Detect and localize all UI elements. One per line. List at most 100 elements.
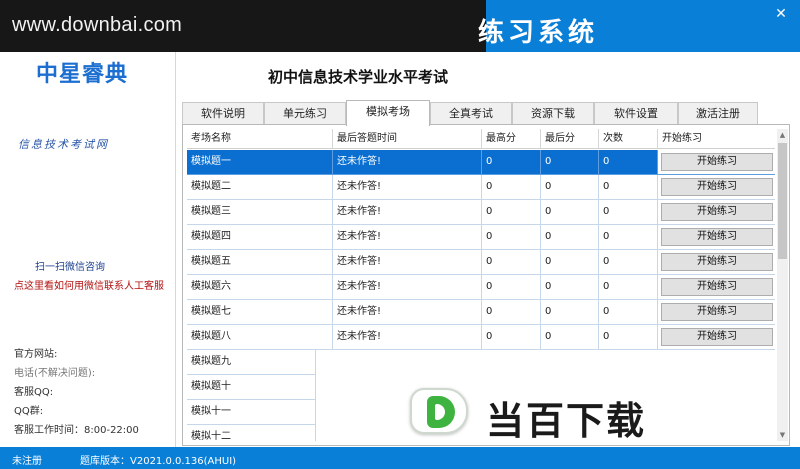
registration-status: 未注册 bbox=[12, 456, 42, 467]
tab-unit-practice[interactable]: 单元练习 bbox=[264, 102, 346, 125]
table-row[interactable]: 模拟题二 还未作答! 0 0 0 开始练习 bbox=[187, 175, 775, 200]
tab-resource-download[interactable]: 资源下载 bbox=[512, 102, 594, 125]
exam-name-cell: 模拟题六 bbox=[187, 275, 333, 300]
last-score-cell: 0 bbox=[541, 150, 599, 175]
phone-label: 电话(不解决问题): bbox=[14, 368, 96, 379]
table-row[interactable]: 模拟题九 bbox=[187, 350, 775, 375]
exam-name-cell: 模拟十二 bbox=[187, 425, 316, 441]
scroll-thumb[interactable] bbox=[778, 143, 787, 259]
start-practice-cell: 开始练习 bbox=[658, 225, 775, 250]
brand-watermark: 当百下载 bbox=[400, 380, 720, 446]
header-attempts: 次数 bbox=[599, 129, 658, 149]
best-score-cell: 0 bbox=[482, 325, 541, 350]
header-start-practice: 开始练习 bbox=[662, 133, 702, 144]
best-score-cell: 0 bbox=[482, 275, 541, 300]
header-best-score: 最高分 bbox=[482, 129, 541, 149]
exam-name-cell: 模拟题二 bbox=[187, 175, 333, 200]
table-row[interactable]: 模拟题七 还未作答! 0 0 0 开始练习 bbox=[187, 300, 775, 325]
tab-activation[interactable]: 激活注册 bbox=[678, 102, 758, 125]
close-icon[interactable]: ✕ bbox=[770, 6, 792, 22]
last-answer-time-cell: 还未作答! bbox=[333, 150, 482, 175]
tab-settings[interactable]: 软件设置 bbox=[594, 102, 678, 125]
attempts-cell: 0 bbox=[599, 150, 658, 175]
exam-name-cell: 模拟题八 bbox=[187, 325, 333, 350]
start-practice-cell: 开始练习 bbox=[658, 175, 775, 200]
start-practice-button[interactable]: 开始练习 bbox=[661, 253, 773, 271]
last-score-cell: 0 bbox=[541, 325, 599, 350]
table-row[interactable]: 模拟题六 还未作答! 0 0 0 开始练习 bbox=[187, 275, 775, 300]
last-score-cell: 0 bbox=[541, 225, 599, 250]
table-row[interactable]: 模拟题八 还未作答! 0 0 0 开始练习 bbox=[187, 325, 775, 350]
table-row[interactable]: 模拟题三 还未作答! 0 0 0 开始练习 bbox=[187, 200, 775, 225]
scroll-up-icon[interactable]: ▲ bbox=[778, 130, 787, 140]
start-practice-button[interactable]: 开始练习 bbox=[661, 328, 773, 346]
attempts-cell: 0 bbox=[599, 300, 658, 325]
wechat-scan-link[interactable]: 扫一扫微信咨询 bbox=[35, 258, 105, 273]
best-score-cell: 0 bbox=[482, 250, 541, 275]
start-practice-cell: 开始练习 bbox=[658, 200, 775, 225]
brand-logo-icon bbox=[410, 388, 468, 434]
last-answer-time-cell: 还未作答! bbox=[333, 225, 482, 250]
start-practice-button[interactable]: 开始练习 bbox=[661, 178, 773, 196]
exam-name-cell: 模拟题一 bbox=[187, 150, 333, 175]
table-scrollbar[interactable]: ▲ ▼ bbox=[777, 129, 788, 441]
start-practice-cell: 开始练习 bbox=[658, 150, 775, 175]
attempts-cell: 0 bbox=[599, 325, 658, 350]
last-answer-time-cell: 还未作答! bbox=[333, 200, 482, 225]
brand-text: 当百下载 bbox=[486, 399, 647, 443]
sidebar: 中星睿典 信息技术考试网 扫一扫微信咨询 点这里看如何用微信联系人工客服 官方网… bbox=[0, 52, 176, 447]
wechat-help-link[interactable]: 点这里看如何用微信联系人工客服 bbox=[14, 277, 164, 292]
last-answer-time-cell: 还未作答! bbox=[333, 250, 482, 275]
table-row[interactable]: 模拟题一 还未作答! 0 0 0 开始练习 bbox=[187, 150, 775, 175]
last-score-cell: 0 bbox=[541, 175, 599, 200]
start-practice-button[interactable]: 开始练习 bbox=[661, 203, 773, 221]
exam-name-cell: 模拟题三 bbox=[187, 200, 333, 225]
exam-name-cell: 模拟题四 bbox=[187, 225, 333, 250]
scroll-down-icon[interactable]: ▼ bbox=[778, 430, 787, 440]
start-practice-cell: 开始练习 bbox=[658, 300, 775, 325]
start-practice-cell: 开始练习 bbox=[658, 275, 775, 300]
logo: 中星睿典 bbox=[36, 62, 129, 87]
exam-name-cell: 模拟题七 bbox=[187, 300, 333, 325]
app-title: 练习系统 bbox=[478, 18, 599, 48]
header-last-score: 最后分 bbox=[541, 129, 599, 149]
last-answer-time-cell: 还未作答! bbox=[333, 275, 482, 300]
exam-title: 初中信息技术学业水平考试 bbox=[268, 68, 449, 86]
table-row[interactable]: 模拟题五 还未作答! 0 0 0 开始练习 bbox=[187, 250, 775, 275]
start-practice-button[interactable]: 开始练习 bbox=[661, 228, 773, 246]
tab-mock-exam[interactable]: 模拟考场 bbox=[346, 100, 430, 126]
start-practice-button[interactable]: 开始练习 bbox=[661, 303, 773, 321]
start-practice-cell: 开始练习 bbox=[658, 250, 775, 275]
last-answer-time-cell: 还未作答! bbox=[333, 325, 482, 350]
attempts-cell: 0 bbox=[599, 175, 658, 200]
last-score-cell: 0 bbox=[541, 250, 599, 275]
start-practice-button[interactable]: 开始练习 bbox=[661, 278, 773, 296]
last-score-cell: 0 bbox=[541, 275, 599, 300]
service-qq-label: 客服QQ: bbox=[14, 387, 54, 398]
header-exam-name: 考场名称 bbox=[187, 129, 333, 149]
best-score-cell: 0 bbox=[482, 200, 541, 225]
last-score-cell: 0 bbox=[541, 200, 599, 225]
table-row[interactable]: 模拟题四 还未作答! 0 0 0 开始练习 bbox=[187, 225, 775, 250]
watermark-text: www.downbai.com bbox=[12, 14, 183, 36]
attempts-cell: 0 bbox=[599, 200, 658, 225]
start-practice-button[interactable]: 开始练习 bbox=[661, 153, 773, 171]
start-practice-cell: 开始练习 bbox=[658, 325, 775, 350]
tab-real-exam[interactable]: 全真考试 bbox=[430, 102, 512, 125]
last-answer-time-cell: 还未作答! bbox=[333, 175, 482, 200]
service-hours-label: 客服工作时间：8:00-22:00 bbox=[14, 425, 139, 436]
attempts-cell: 0 bbox=[599, 250, 658, 275]
tab-software-intro[interactable]: 软件说明 bbox=[182, 102, 264, 125]
qq-group-label: QQ群: bbox=[14, 406, 44, 417]
question-bank-version: 题库版本：V2021.0.0.136(AHUI) bbox=[80, 456, 237, 467]
slogan: 信息技术考试网 bbox=[18, 138, 109, 151]
last-score-cell: 0 bbox=[541, 300, 599, 325]
exam-name-cell: 模拟题九 bbox=[187, 350, 316, 375]
status-bar: 未注册 题库版本：V2021.0.0.136(AHUI) bbox=[0, 447, 800, 469]
best-score-cell: 0 bbox=[482, 175, 541, 200]
official-website-label: 官方网站: bbox=[14, 349, 58, 360]
watermark-banner: www.downbai.com bbox=[0, 0, 486, 52]
best-score-cell: 0 bbox=[482, 300, 541, 325]
table-header: 考场名称 最后答题时间 最高分 最后分 次数 开始练习 bbox=[187, 129, 775, 149]
attempts-cell: 0 bbox=[599, 225, 658, 250]
